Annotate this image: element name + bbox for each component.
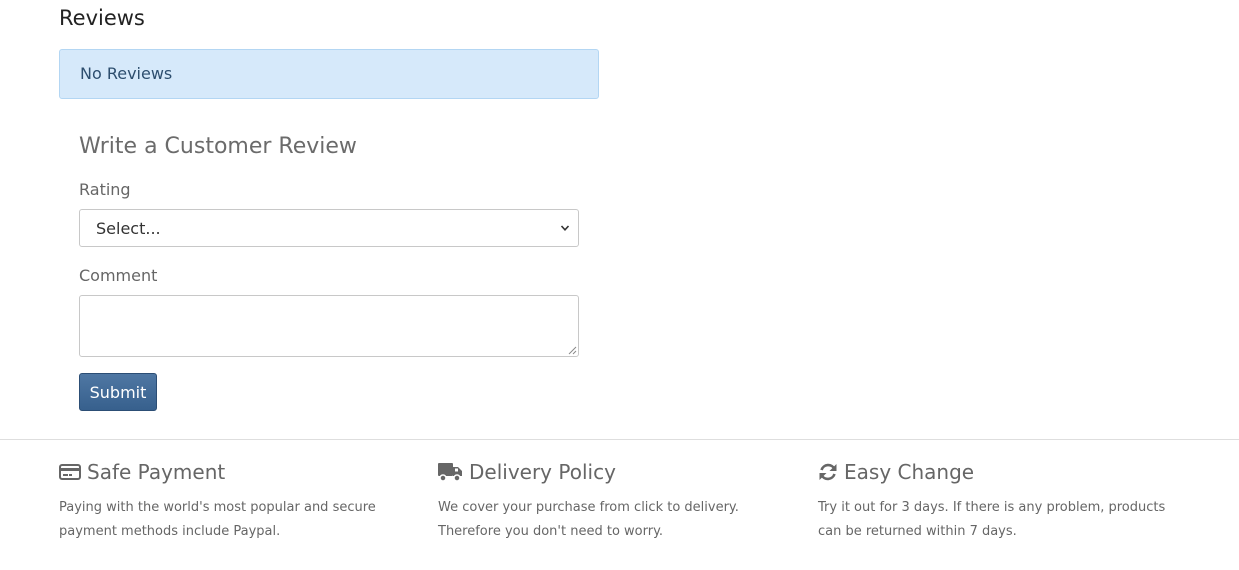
refresh-icon: [818, 462, 838, 482]
feature-description: Paying with the world's most popular and…: [59, 500, 376, 539]
feature-safe-payment: Safe Payment Paying with the world's mos…: [59, 458, 419, 544]
feature-description: We cover your purchase from click to del…: [438, 500, 739, 539]
reviews-heading: Reviews: [59, 6, 145, 30]
credit-card-icon: [59, 464, 81, 480]
comment-textarea[interactable]: [79, 295, 579, 357]
no-reviews-alert: No Reviews: [59, 49, 599, 99]
feature-title: Safe Payment: [59, 458, 419, 486]
rating-label: Rating: [79, 180, 131, 199]
feature-title-text: Safe Payment: [87, 460, 226, 484]
chevron-down-icon: [560, 225, 570, 231]
truck-icon: [438, 462, 463, 482]
feature-title: Easy Change: [818, 458, 1178, 486]
comment-label: Comment: [79, 266, 158, 285]
review-form-title: Write a Customer Review: [79, 134, 357, 159]
feature-title-text: Easy Change: [844, 460, 975, 484]
rating-select[interactable]: Select...: [79, 209, 579, 247]
resize-grip-icon[interactable]: [568, 346, 577, 355]
feature-description: Try it out for 3 days. If there is any p…: [818, 500, 1166, 539]
section-divider: [0, 439, 1239, 440]
rating-select-value: Select...: [96, 218, 161, 238]
feature-title-text: Delivery Policy: [469, 460, 616, 484]
feature-delivery-policy: Delivery Policy We cover your purchase f…: [438, 458, 798, 544]
submit-button[interactable]: Submit: [79, 373, 157, 411]
feature-easy-change: Easy Change Try it out for 3 days. If th…: [818, 458, 1178, 544]
feature-title: Delivery Policy: [438, 458, 798, 486]
